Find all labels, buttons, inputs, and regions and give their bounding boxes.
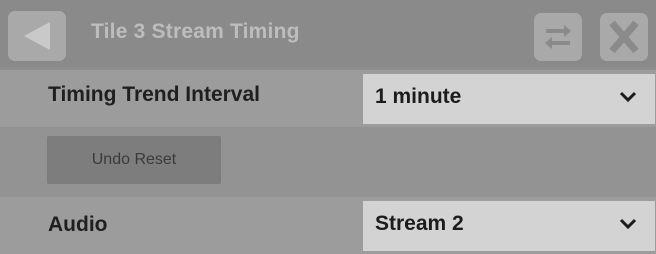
timing-trend-value: 1 minute [375, 85, 462, 108]
back-button[interactable] [8, 11, 66, 61]
panel-header: Tile 3 Stream Timing [0, 0, 656, 68]
audio-label: Audio [48, 213, 108, 236]
chevron-down-icon [619, 91, 637, 103]
audio-row: Audio Stream 2 [0, 197, 656, 254]
close-button[interactable] [600, 13, 648, 61]
swap-button[interactable] [534, 13, 582, 61]
timing-trend-select[interactable]: 1 minute [363, 74, 655, 124]
chevron-down-icon [619, 218, 637, 230]
swap-arrows-icon [545, 25, 571, 49]
undo-row: Undo Reset [0, 127, 656, 197]
stream-timing-panel: Tile 3 Stream Timing Timing Trend Interv… [0, 0, 656, 254]
panel-title: Tile 3 Stream Timing [91, 20, 300, 43]
timing-trend-label: Timing Trend Interval [48, 83, 260, 106]
undo-reset-label: Undo Reset [91, 151, 177, 168]
close-x-icon [609, 20, 639, 54]
audio-value: Stream 2 [375, 212, 464, 235]
timing-trend-row: Timing Trend Interval 1 minute [0, 70, 656, 127]
back-arrow-icon [24, 22, 50, 50]
undo-reset-button[interactable]: Undo Reset [47, 136, 221, 184]
audio-select[interactable]: Stream 2 [363, 201, 655, 251]
